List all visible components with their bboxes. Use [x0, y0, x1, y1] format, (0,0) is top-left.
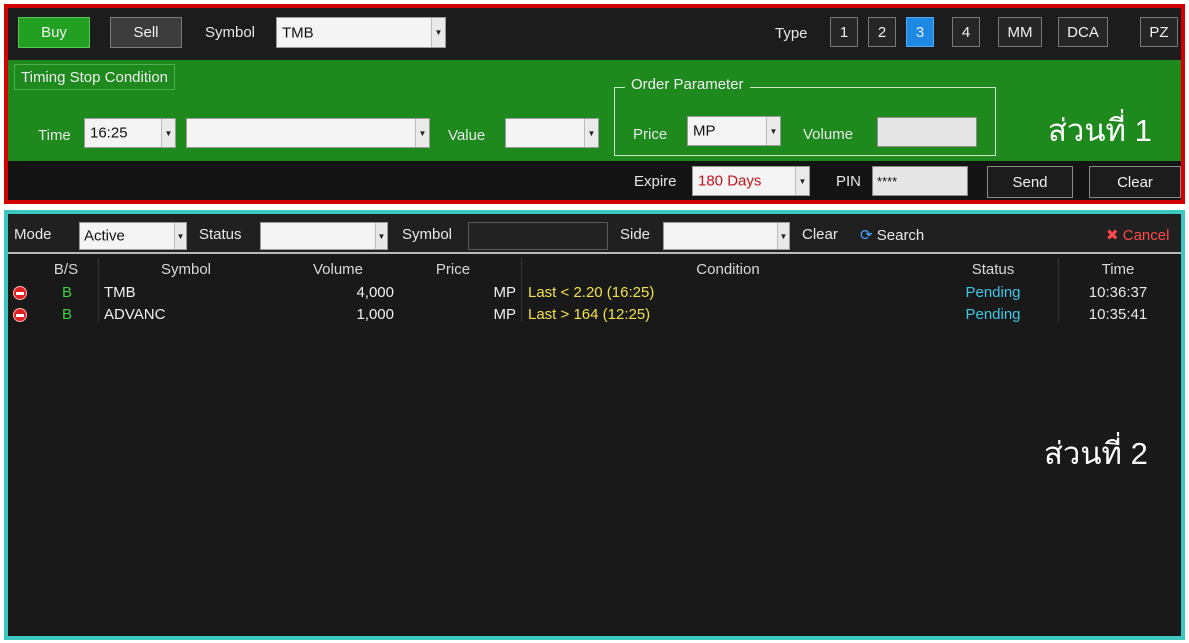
column-header-status[interactable]: Status [928, 261, 1058, 278]
type-label: Type [775, 25, 808, 42]
chevron-down-icon[interactable]: ▼ [174, 223, 186, 249]
row-condition: Last > 164 (12:25) [528, 306, 651, 323]
type-button-3[interactable]: 3 [906, 17, 934, 47]
row-volume: 4,000 [356, 284, 394, 301]
section-2-label: ส่วนที่ 2 [1044, 436, 1148, 471]
chevron-down-icon[interactable]: ▼ [795, 167, 809, 195]
mode-select[interactable]: Active ▼ [79, 222, 187, 250]
section-1-label: ส่วนที่ 1 [1048, 113, 1152, 148]
value-select[interactable]: ▼ [505, 118, 599, 148]
clear-filter-button[interactable]: Clear [802, 226, 838, 243]
time-select-value: 16:25 [90, 124, 128, 142]
price-label: Price [633, 126, 668, 143]
timing-stop-condition-label: Timing Stop Condition [14, 64, 176, 90]
table-row[interactable]: B TMB 4,000 MP Last < 2.20 (16:25) Pendi… [8, 282, 1181, 303]
row-status: Pending [965, 284, 1021, 301]
order-submit-bar: Expire 180 Days ▼ PIN **** Send Clear [8, 161, 1181, 200]
cancel-x-icon: ✖ [1106, 227, 1119, 244]
chevron-down-icon[interactable]: ▼ [431, 18, 445, 47]
column-header-side[interactable]: B/S [51, 261, 81, 278]
value-label: Value [448, 127, 486, 144]
order-entry-panel: Buy Sell Symbol TMB ▼ Type 1 2 3 4 MM DC… [4, 4, 1185, 204]
order-grid-header: B/S Symbol Volume Price Condition Status… [8, 257, 1181, 279]
price-select[interactable]: MP ▼ [687, 116, 781, 146]
send-button[interactable]: Send [987, 166, 1073, 198]
row-price: MP [493, 306, 517, 323]
row-side: B [61, 306, 72, 323]
clear-order-button[interactable]: Clear [1089, 166, 1181, 198]
column-header-symbol[interactable]: Symbol [116, 261, 256, 278]
order-filter-bar: Mode Active ▼ Status ▼ Symbol Side ▼ Cle… [8, 214, 1181, 254]
row-condition: Last < 2.20 (16:25) [528, 284, 655, 301]
column-header-condition[interactable]: Condition [528, 261, 928, 278]
order-list-panel: Mode Active ▼ Status ▼ Symbol Side ▼ Cle… [4, 210, 1185, 640]
row-time: 10:36:37 [1088, 284, 1148, 301]
symbol-select-value: TMB [282, 24, 314, 41]
order-parameter-group: Order Parameter Price MP ▼ Volume [614, 76, 996, 156]
search-button[interactable]: ⟳ Search [860, 226, 924, 244]
table-row[interactable]: B ADVANC 1,000 MP Last > 164 (12:25) Pen… [8, 304, 1181, 325]
price-select-value: MP [693, 122, 716, 140]
search-label: Search [876, 227, 925, 244]
chevron-down-icon[interactable]: ▼ [161, 119, 175, 147]
order-parameter-label: Order Parameter [625, 76, 750, 93]
chevron-down-icon[interactable]: ▼ [766, 117, 780, 145]
side-select[interactable]: ▼ [663, 222, 790, 250]
column-header-price[interactable]: Price [408, 261, 498, 278]
order-toolbar: Buy Sell Symbol TMB ▼ Type 1 2 3 4 MM DC… [8, 8, 1181, 60]
column-header-volume[interactable]: Volume [273, 261, 403, 278]
row-symbol: ADVANC [104, 306, 166, 323]
row-side: B [61, 284, 72, 301]
chevron-down-icon[interactable]: ▼ [777, 223, 789, 249]
refresh-icon: ⟳ [860, 227, 873, 244]
type-button-2[interactable]: 2 [868, 17, 896, 47]
symbol-filter-input[interactable] [468, 222, 608, 250]
cancel-label: Cancel [1122, 227, 1170, 244]
row-time: 10:35:41 [1088, 306, 1148, 323]
expire-label: Expire [634, 173, 677, 190]
mode-select-value: Active [84, 227, 125, 245]
status-filter-label: Status [199, 226, 242, 243]
pin-label: PIN [836, 173, 862, 190]
expire-select-value: 180 Days [698, 172, 762, 190]
symbol-filter-label: Symbol [402, 226, 453, 243]
stop-icon[interactable] [13, 286, 27, 300]
type-button-mm[interactable]: MM [998, 17, 1042, 47]
side-filter-label: Side [620, 226, 651, 243]
condition-bar: Timing Stop Condition Time 16:25 ▼ ▼ Val… [8, 60, 1181, 161]
cancel-button[interactable]: ✖ Cancel [1106, 226, 1169, 244]
type-button-4[interactable]: 4 [952, 17, 980, 47]
row-price: MP [493, 284, 517, 301]
volume-label: Volume [803, 126, 854, 143]
pin-input[interactable]: **** [872, 166, 968, 196]
type-button-dca[interactable]: DCA [1058, 17, 1108, 47]
type-button-1[interactable]: 1 [830, 17, 858, 47]
symbol-select[interactable]: TMB ▼ [276, 17, 446, 48]
buy-button[interactable]: Buy [18, 17, 90, 48]
sell-button[interactable]: Sell [110, 17, 182, 48]
chevron-down-icon[interactable]: ▼ [584, 119, 598, 147]
expire-select[interactable]: 180 Days ▼ [692, 166, 810, 196]
type-button-pz[interactable]: PZ [1140, 17, 1178, 47]
mode-label: Mode [14, 226, 52, 243]
volume-input[interactable] [877, 117, 977, 147]
status-select[interactable]: ▼ [260, 222, 388, 250]
row-symbol: TMB [104, 284, 136, 301]
row-status: Pending [965, 306, 1021, 323]
stop-icon[interactable] [13, 308, 27, 322]
chevron-down-icon[interactable]: ▼ [375, 223, 387, 249]
time-select[interactable]: 16:25 ▼ [84, 118, 176, 148]
condition-select[interactable]: ▼ [186, 118, 430, 148]
time-label: Time [38, 127, 71, 144]
symbol-label: Symbol [205, 24, 256, 41]
row-volume: 1,000 [356, 306, 394, 323]
column-header-time[interactable]: Time [1058, 261, 1178, 278]
chevron-down-icon[interactable]: ▼ [415, 119, 429, 147]
